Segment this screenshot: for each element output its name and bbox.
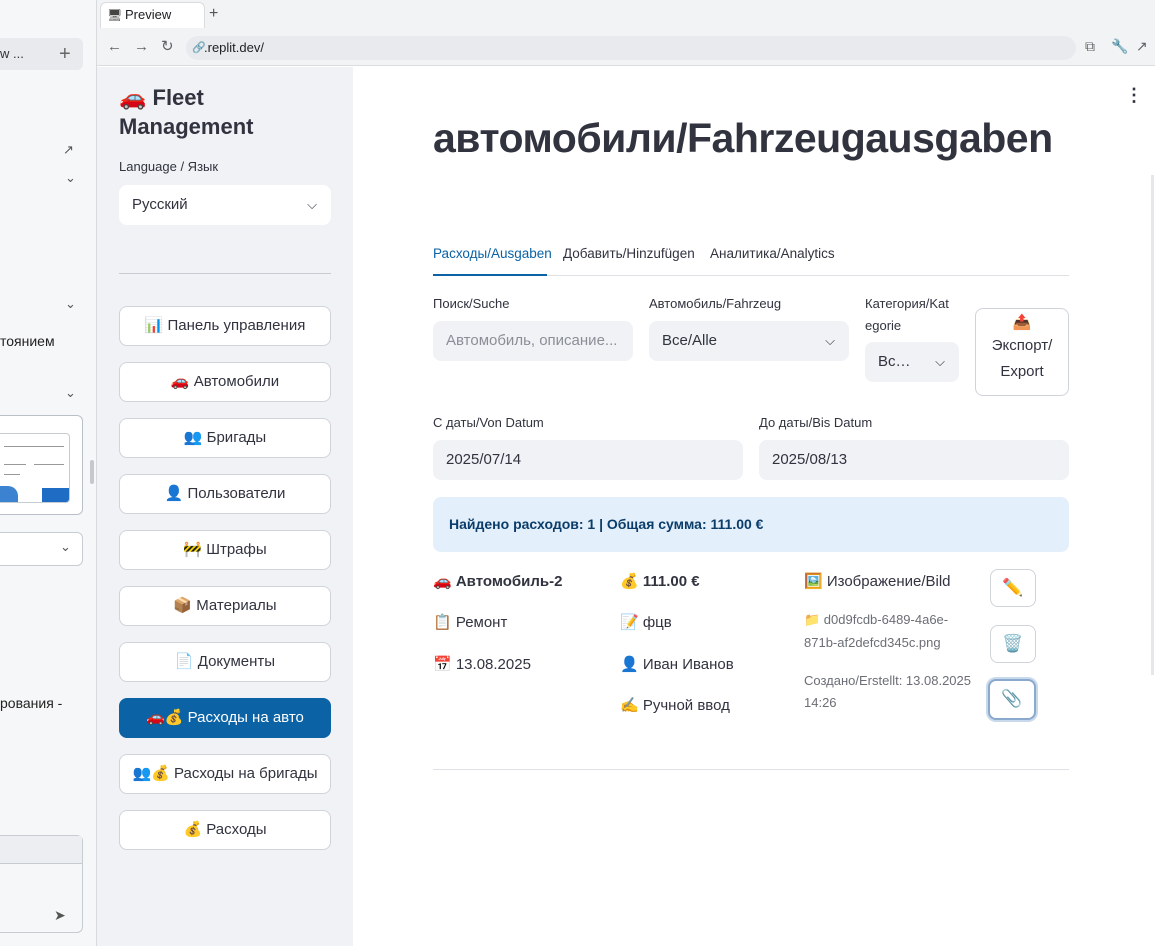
expense-date: 📅 13.08.2025	[433, 656, 531, 673]
page-title: автомобили/Fahrzeugausgaben	[433, 115, 1053, 161]
wrench-icon[interactable]: 🔧	[1111, 38, 1128, 55]
category-select[interactable]: Вс… ⌵	[865, 342, 959, 382]
vehicle-value: Все/Alle	[662, 332, 718, 349]
resize-handle[interactable]	[90, 460, 94, 484]
send-icon[interactable]: ➤	[54, 907, 66, 924]
export-button[interactable]: 📤 Экспорт/ Export	[975, 308, 1069, 396]
chat-input[interactable]	[0, 835, 83, 933]
devices-icon[interactable]: ⧉	[1085, 38, 1095, 55]
tab-analytics[interactable]: Аналитика/Analytics	[710, 246, 835, 276]
browser-chrome: 🖥 Preview + ← → ↻ 🔗 .replit.dev/ ⧉ 🔧 ↗	[97, 0, 1155, 66]
back-icon[interactable]: ←	[107, 36, 122, 58]
preview-card[interactable]	[0, 415, 83, 515]
reload-icon[interactable]: ↻	[161, 36, 174, 58]
divider	[119, 273, 331, 274]
nav-fines[interactable]: 🚧 Штрафы	[119, 530, 331, 570]
app-sidebar: 🚗 Fleet Management Language / Язык Русск…	[97, 67, 353, 946]
chevron-down-icon: ⌵	[307, 197, 317, 212]
vehicle-label: Автомобиль/Fahrzeug	[649, 296, 782, 311]
from-date-input[interactable]: 2025/07/14	[433, 440, 743, 480]
browser-tab-title: Preview	[125, 7, 172, 22]
panel-text: рования -	[0, 695, 63, 711]
vehicle-select[interactable]: Все/Alle ⌵	[649, 321, 849, 361]
category-label-2: egorie	[865, 318, 902, 333]
link-icon: 🔗	[192, 42, 206, 54]
nav-vehicles[interactable]: 🚗 Автомобили	[119, 362, 331, 402]
open-new-window-icon[interactable]: ↗	[1136, 38, 1148, 55]
expense-category: 📋 Ремонт	[433, 614, 508, 631]
file-name: 📁 d0d9fcdb-6489-4a6e-	[804, 612, 949, 627]
trash-icon: 🗑️	[1002, 634, 1024, 653]
chevron-down-icon[interactable]: ⌄	[65, 170, 76, 186]
new-tab-button[interactable]: +	[209, 2, 218, 26]
nav-teams[interactable]: 👥 Бригады	[119, 418, 331, 458]
image-label: 🖼️ Изображение/Bild	[804, 573, 951, 590]
tab-bar: Расходы/Ausgaben Добавить/Hinzufügen Ана…	[433, 243, 1069, 276]
nav-documents[interactable]: 📄 Документы	[119, 642, 331, 682]
chevron-down-icon: ⌵	[935, 354, 945, 369]
panel-text: тоянием	[0, 333, 55, 349]
nav-vehicle-expenses[interactable]: 🚗💰 Расходы на авто	[119, 698, 331, 738]
nav-users[interactable]: 👤 Пользователи	[119, 474, 331, 514]
expense-user: 👤 Иван Иванов	[620, 656, 734, 673]
file-name: 871b-af2defcd345c.png	[804, 635, 941, 650]
chevron-down-icon: ⌵	[825, 333, 835, 348]
nav-team-expenses[interactable]: 👥💰 Расходы на бригады	[119, 754, 331, 794]
open-external-icon[interactable]: ↗	[63, 142, 74, 158]
chart-thumbnail	[0, 433, 70, 503]
to-date-input[interactable]: 2025/08/13	[759, 440, 1069, 480]
divider	[433, 769, 1069, 770]
add-icon[interactable]: +	[59, 40, 71, 68]
url-bar[interactable]: 🔗 .replit.dev/	[186, 36, 1076, 60]
export-icon: 📤	[1012, 314, 1032, 331]
to-date-label: До даты/Bis Datum	[759, 415, 873, 430]
panel-select[interactable]: ⌄	[0, 532, 83, 566]
created-at: Создано/Erstellt: 13.08.2025	[804, 673, 972, 688]
nav-materials[interactable]: 📦 Материалы	[119, 586, 331, 626]
workspace-tab-label: w ...	[0, 46, 24, 61]
delete-button[interactable]: 🗑️	[990, 625, 1036, 663]
nav-dashboard[interactable]: 📊 Панель управления	[119, 306, 331, 346]
expense-description: 📝 фцв	[620, 614, 672, 631]
browser-tab[interactable]: 🖥 Preview	[100, 2, 205, 28]
search-label: Поиск/Suche	[433, 296, 510, 311]
main-content: ⋮ автомобили/Fahrzeugausgaben Расходы/Au…	[353, 67, 1155, 946]
attach-button[interactable]: 📎	[988, 679, 1036, 720]
edit-button[interactable]: ✏️	[990, 569, 1036, 607]
pencil-icon: ✏️	[1002, 578, 1024, 597]
search-input[interactable]: Автомобиль, описание...	[433, 321, 633, 361]
chevron-down-icon[interactable]: ⌄	[65, 385, 76, 401]
tab-expenses[interactable]: Расходы/Ausgaben	[433, 246, 552, 276]
screen: w ... + ↗ ⌄ ⌄ тоянием ⌄ ⌄ рования - ➤ 🖥 …	[0, 0, 1155, 946]
created-at: 14:26	[804, 695, 837, 710]
expense-amount: 💰 111.00 €	[620, 573, 700, 590]
language-select[interactable]: Русский ⌵	[119, 185, 331, 225]
tab-add[interactable]: Добавить/Hinzufügen	[563, 246, 695, 276]
app-brand: 🚗 Fleet Management	[119, 85, 254, 139]
scrollbar[interactable]	[1151, 175, 1154, 675]
export-label: Экспорт/	[991, 337, 1053, 354]
forward-icon[interactable]: →	[134, 36, 149, 58]
more-menu-icon[interactable]: ⋮	[1125, 85, 1143, 106]
category-value: Вс…	[878, 353, 911, 370]
monitor-icon: 🖥	[107, 8, 123, 22]
chevron-down-icon: ⌄	[60, 539, 71, 554]
language-value: Русский	[132, 196, 188, 213]
paperclip-icon: 📎	[1001, 689, 1023, 708]
summary-banner: Найдено расходов: 1 | Общая сумма: 111.0…	[433, 497, 1069, 552]
category-label-1: Категория/Kat	[865, 296, 949, 311]
url-text: .replit.dev/	[204, 40, 264, 55]
workspace-side-panel: w ... + ↗ ⌄ ⌄ тоянием ⌄ ⌄ рования - ➤	[0, 0, 97, 946]
language-label: Language / Язык	[119, 159, 219, 174]
from-date-label: С даты/Von Datum	[433, 415, 544, 430]
nav-expenses[interactable]: 💰 Расходы	[119, 810, 331, 850]
chevron-down-icon[interactable]: ⌄	[65, 296, 76, 312]
export-label: Export	[1000, 363, 1044, 380]
expense-vehicle: 🚗 Автомобиль-2	[433, 573, 563, 590]
expense-source: ✍️ Ручной ввод	[620, 697, 730, 714]
